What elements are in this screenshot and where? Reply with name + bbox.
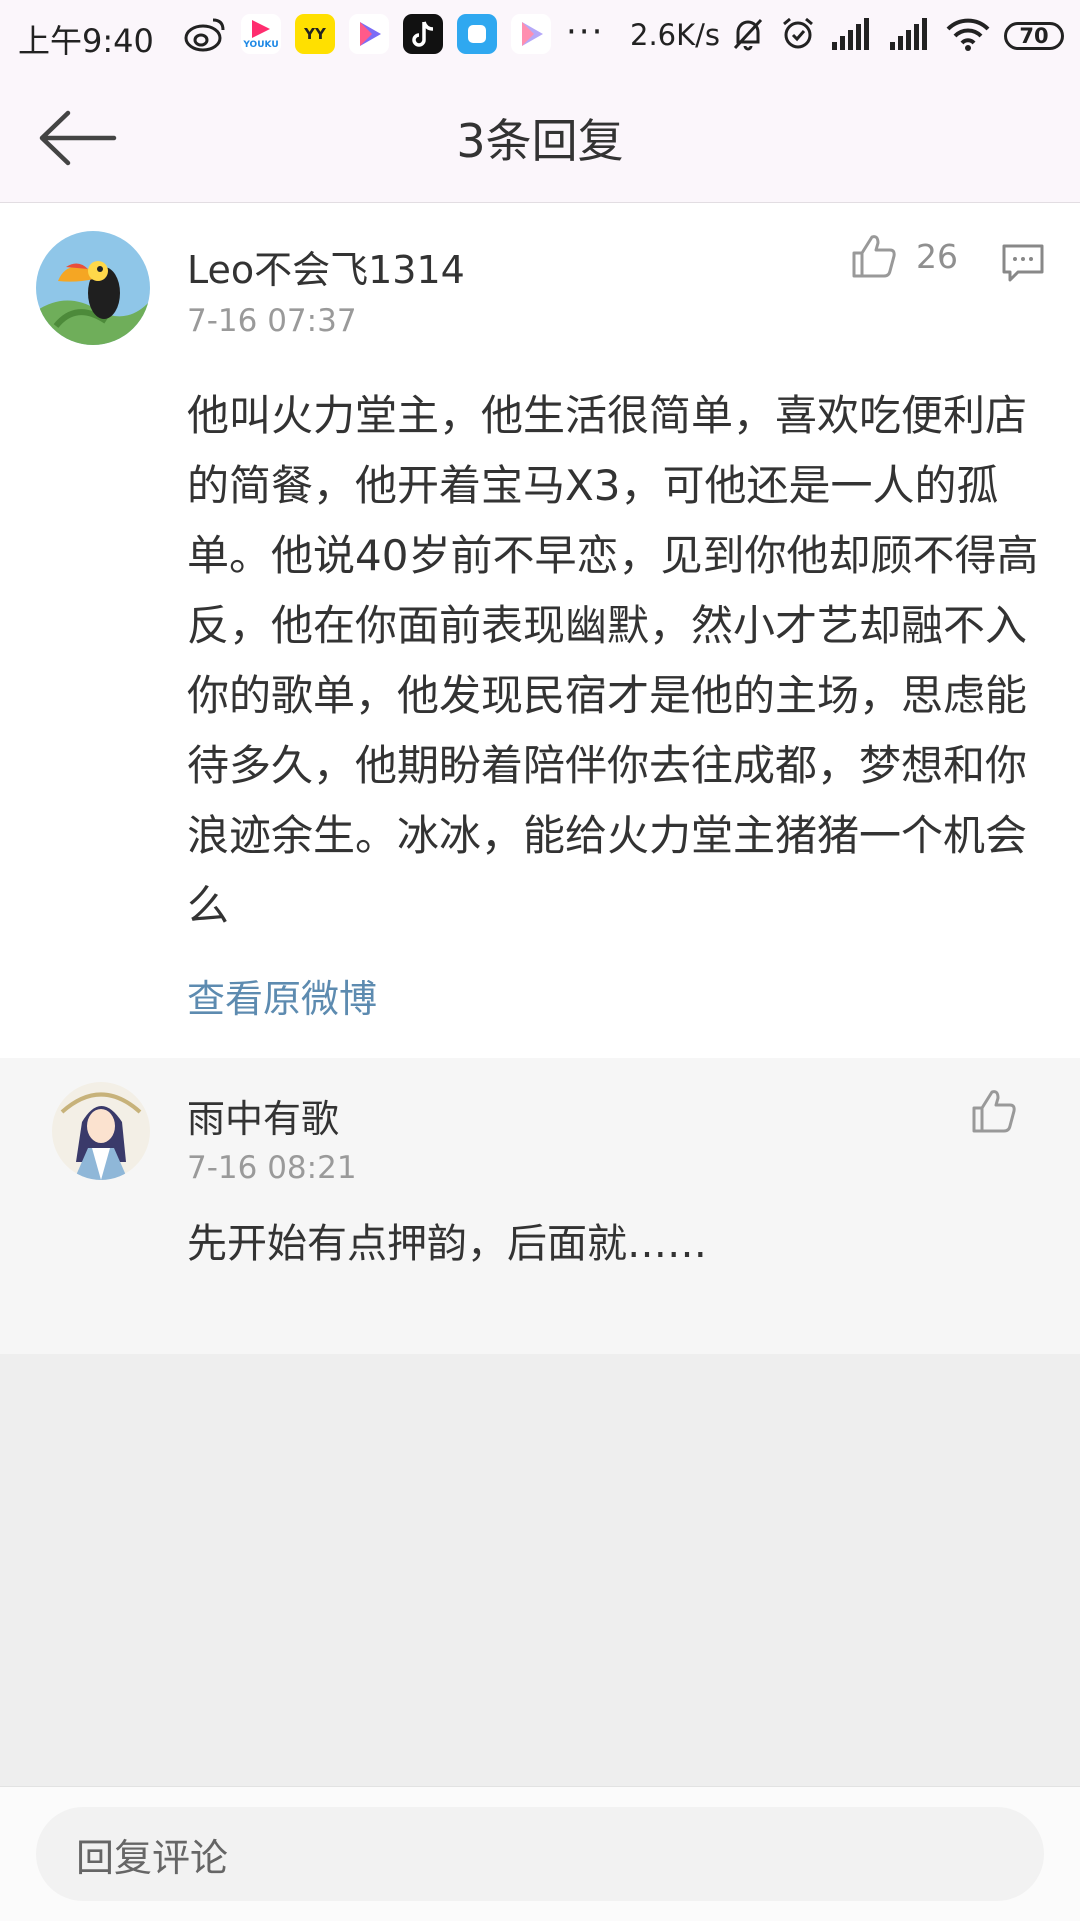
- view-original-link[interactable]: 查看原微博: [187, 968, 377, 1023]
- status-right: 70: [730, 14, 1064, 58]
- weibo-icon: [183, 14, 227, 56]
- avatar[interactable]: [36, 231, 150, 345]
- video-icon: [349, 14, 389, 54]
- more-notifications: ···: [566, 12, 605, 52]
- mute-icon: [730, 16, 766, 56]
- username[interactable]: 雨中有歌: [187, 1088, 339, 1143]
- tiktok-icon: [403, 14, 443, 54]
- comment-icon: [1002, 244, 1044, 282]
- notification-icons: YOUKU YY: [183, 14, 551, 56]
- username[interactable]: Leo不会飞1314: [187, 239, 465, 294]
- top-nav-bar: 3条回复: [0, 75, 1080, 203]
- signal-icon: [830, 18, 874, 54]
- battery-indicator: 70: [1004, 22, 1064, 50]
- thumbs-up-icon: [972, 1090, 1016, 1133]
- youku-label: YOUKU: [243, 40, 279, 50]
- status-time: 上午9:40: [18, 22, 154, 60]
- reply-item: 雨中有歌 7-16 08:21 先开始有点押韵，后面就……: [0, 1058, 1080, 1354]
- status-bar: 上午9:40 YOUKU YY ··· 2.6K/s 70: [0, 0, 1080, 75]
- main-comment: Leo不会飞1314 7-16 07:37 26 他叫火力堂主，他生活很简单，喜…: [0, 203, 1080, 1058]
- browser-icon: [457, 14, 497, 54]
- like-button[interactable]: [970, 1088, 1020, 1138]
- network-speed: 2.6K/s: [630, 18, 721, 52]
- video-icon: [511, 14, 551, 54]
- youku-icon: YOUKU: [241, 14, 281, 54]
- avatar[interactable]: [52, 1082, 150, 1180]
- reply-input[interactable]: 回复评论: [36, 1807, 1044, 1901]
- bottom-bar: 回复评论: [0, 1786, 1080, 1921]
- comment-body: 他叫火力堂主，他生活很简单，喜欢吃便利店的简餐，他开着宝马X3，可他还是一人的孤…: [187, 391, 1039, 930]
- reply-timestamp: 7-16 08:21: [187, 1150, 357, 1186]
- wifi-icon: [946, 17, 990, 55]
- thumbs-up-icon: [852, 235, 896, 278]
- like-button[interactable]: 26: [850, 233, 958, 279]
- reply-button[interactable]: [1000, 240, 1046, 286]
- comment-timestamp: 7-16 07:37: [187, 303, 357, 339]
- empty-area: [0, 1354, 1080, 1786]
- page-title: 3条回复: [456, 114, 624, 168]
- yy-icon: YY: [295, 14, 335, 54]
- like-count: 26: [916, 236, 958, 276]
- reply-body: 先开始有点押韵，后面就……: [187, 1221, 707, 1267]
- alarm-icon: [780, 16, 816, 56]
- signal-icon: [888, 18, 932, 54]
